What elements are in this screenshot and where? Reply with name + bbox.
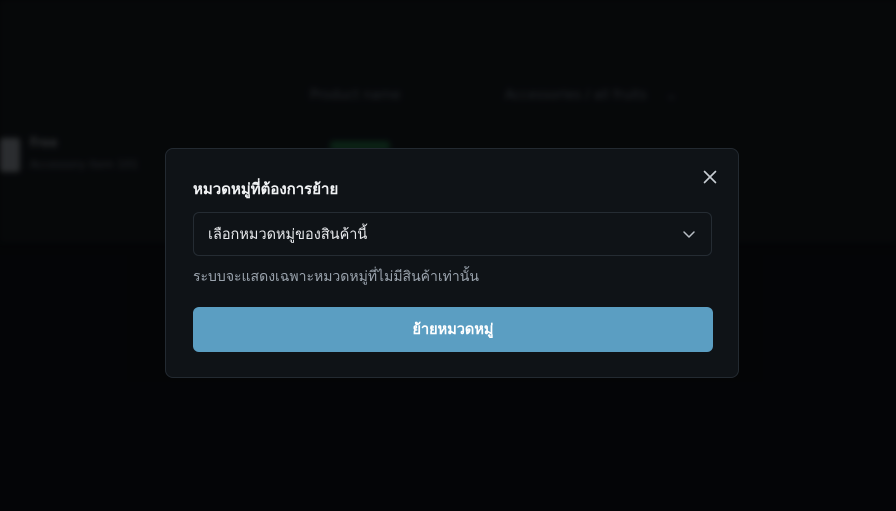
move-category-dialog: หมวดหมู่ที่ต้องการย้าย เลือกหมวดหมู่ของส…: [165, 148, 739, 378]
category-select-value: เลือกหมวดหมู่ของสินค้านี้: [208, 226, 368, 243]
dialog-title: หมวดหมู่ที่ต้องการย้าย: [193, 180, 339, 198]
helper-text: ระบบจะแสดงเฉพาะหมวดหมู่ที่ไม่มีสินค้าเท่…: [193, 269, 479, 285]
move-category-button[interactable]: ย้ายหมวดหมู่: [193, 307, 713, 352]
category-select[interactable]: เลือกหมวดหมู่ของสินค้านี้: [193, 212, 712, 256]
chevron-down-icon: [681, 226, 697, 242]
close-icon: [703, 170, 717, 184]
close-button[interactable]: [700, 167, 720, 187]
